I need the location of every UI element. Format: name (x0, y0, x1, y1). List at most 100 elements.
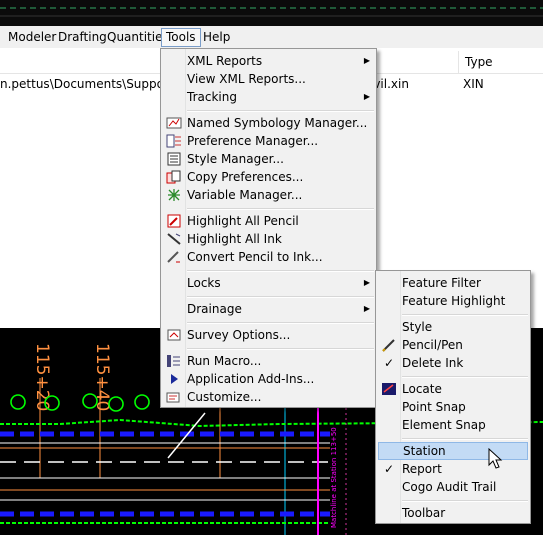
menu-item-highlight-all-ink[interactable]: Highlight All Ink (163, 230, 374, 248)
column-header-type[interactable]: Type (458, 51, 543, 73)
menu-item-label: Style (402, 320, 433, 334)
menu-separator (402, 314, 528, 316)
menu-item-report[interactable]: ✓ Report (378, 460, 528, 478)
menu-item-label: Tracking (187, 90, 237, 104)
menu-item-label: Element Snap (402, 418, 486, 432)
menu-item-style-manager[interactable]: Style Manager... (163, 150, 374, 168)
menu-item-label: Toolbar (402, 506, 446, 520)
menu-item-tracking[interactable]: Tracking ▶ (163, 88, 374, 106)
menu-item-locks[interactable]: Locks ▶ (163, 274, 374, 292)
menu-separator (402, 438, 528, 440)
menu-item-element-snap[interactable]: Element Snap (378, 416, 528, 434)
menu-item-label: View XML Reports... (187, 72, 306, 86)
menu-item-convert-pencil-to-ink[interactable]: Convert Pencil to Ink... (163, 248, 374, 266)
menu-item-highlight-all-pencil[interactable]: Highlight All Pencil (163, 212, 374, 230)
menu-item-label: Customize... (187, 390, 262, 404)
menu-separator (187, 270, 374, 272)
submenu-arrow-icon: ▶ (363, 304, 370, 313)
menu-item-label: Locks (187, 276, 221, 290)
menu-item-preference-manager[interactable]: Preference Manager... (163, 132, 374, 150)
menu-item-feature-highlight[interactable]: Feature Highlight (378, 292, 528, 310)
menu-separator (187, 348, 374, 350)
menu-item-survey-options[interactable]: Survey Options... (163, 326, 374, 344)
menu-item-pencil-pen[interactable]: Pencil/Pen (378, 336, 528, 354)
menu-item-label: Locate (402, 382, 442, 396)
menu-item-label: Convert Pencil to Ink... (187, 250, 323, 264)
menu-item-named-symbology-manager[interactable]: Named Symbology Manager... (163, 114, 374, 132)
menu-modeler[interactable]: Modeler (4, 29, 60, 45)
menu-item-label: Drainage (187, 302, 242, 316)
tree-symbols (10, 393, 150, 412)
menu-item-label: Report (402, 462, 442, 476)
menu-item-application-add-ins[interactable]: Application Add-Ins... (163, 370, 374, 388)
window-top-strip (0, 0, 543, 26)
menu-item-point-snap[interactable]: Point Snap (378, 398, 528, 416)
checkmark-icon: ✓ (384, 462, 395, 476)
macro-icon (167, 355, 180, 367)
submenu-arrow-icon: ▶ (363, 278, 370, 287)
pencil-icon (382, 339, 395, 352)
menu-item-label: Cogo Audit Trail (402, 480, 497, 494)
locks-submenu: Feature Filter Feature Highlight Style P… (375, 270, 531, 524)
file-path-cell: n.pettus\Documents\Support F (0, 77, 185, 91)
menu-item-label: Highlight All Pencil (187, 214, 299, 228)
menu-item-toolbar[interactable]: Toolbar (378, 504, 528, 522)
tools-menu: XML Reports ▶ View XML Reports... Tracki… (160, 48, 377, 408)
menu-item-label: Style Manager... (187, 152, 284, 166)
survey-icon (167, 329, 181, 341)
menu-item-delete-ink[interactable]: ✓ Delete Ink (378, 354, 528, 372)
menu-item-view-xml-reports[interactable]: View XML Reports... (163, 70, 374, 88)
customize-icon (166, 392, 180, 403)
menu-item-label: Preference Manager... (187, 134, 319, 148)
menu-item-xml-reports[interactable]: XML Reports ▶ (163, 52, 374, 70)
checkmark-icon: ✓ (384, 356, 395, 370)
menu-help[interactable]: Help (199, 29, 234, 45)
menu-item-label: Delete Ink (402, 356, 464, 370)
file-type-cell: XIN (463, 77, 484, 91)
menu-item-label: Point Snap (402, 400, 466, 414)
menu-item-customize[interactable]: Customize... (163, 388, 374, 406)
menu-tools[interactable]: Tools (161, 28, 201, 47)
menu-separator (187, 208, 374, 210)
menu-item-label: Survey Options... (187, 328, 291, 342)
play-icon (171, 374, 178, 384)
menu-item-locate[interactable]: Locate (378, 380, 528, 398)
copy-preferences-icon (166, 170, 181, 184)
menu-item-copy-preferences[interactable]: Copy Preferences... (163, 168, 374, 186)
mouse-cursor-icon (488, 448, 503, 469)
menu-item-label: Variable Manager... (187, 188, 303, 202)
style-icon (167, 152, 181, 166)
matchline-label: Matchline at Station 113+50 (330, 427, 338, 528)
menu-item-style[interactable]: Style (378, 318, 528, 336)
menu-item-feature-filter[interactable]: Feature Filter (378, 274, 528, 292)
menu-item-label: Run Macro... (187, 354, 262, 368)
submenu-arrow-icon: ▶ (363, 92, 370, 101)
pencil-highlight-icon (167, 214, 181, 228)
menu-item-label: Copy Preferences... (187, 170, 304, 184)
menu-item-label: Feature Highlight (402, 294, 506, 308)
submenu-arrow-icon: ▶ (363, 56, 370, 65)
variable-icon (168, 189, 180, 201)
menu-separator (187, 296, 374, 298)
menu-separator (187, 322, 374, 324)
ink-highlight-icon (167, 233, 181, 245)
menu-item-label: Pencil/Pen (402, 338, 463, 352)
top-canvas-strip (0, 7, 543, 17)
symbology-icon (166, 117, 182, 129)
menu-item-label: Feature Filter (402, 276, 481, 290)
menu-item-cogo-audit-trail[interactable]: Cogo Audit Trail (378, 478, 528, 496)
menu-item-label: Named Symbology Manager... (187, 116, 368, 130)
menu-bar: Modeler Drafting Quantities Tools Help (0, 26, 543, 49)
menu-separator (402, 500, 528, 502)
menu-item-drainage[interactable]: Drainage ▶ (163, 300, 374, 318)
menu-separator (187, 110, 374, 112)
menu-item-run-macro[interactable]: Run Macro... (163, 352, 374, 370)
menu-item-station[interactable]: Station (378, 442, 528, 460)
station-label: 115+20 (32, 343, 52, 411)
menu-item-label: Highlight All Ink (187, 232, 282, 246)
menu-separator (402, 376, 528, 378)
menu-item-variable-manager[interactable]: Variable Manager... (163, 186, 374, 204)
menu-item-label: XML Reports (187, 54, 263, 68)
convert-icon (167, 251, 180, 263)
locate-icon (382, 383, 396, 395)
